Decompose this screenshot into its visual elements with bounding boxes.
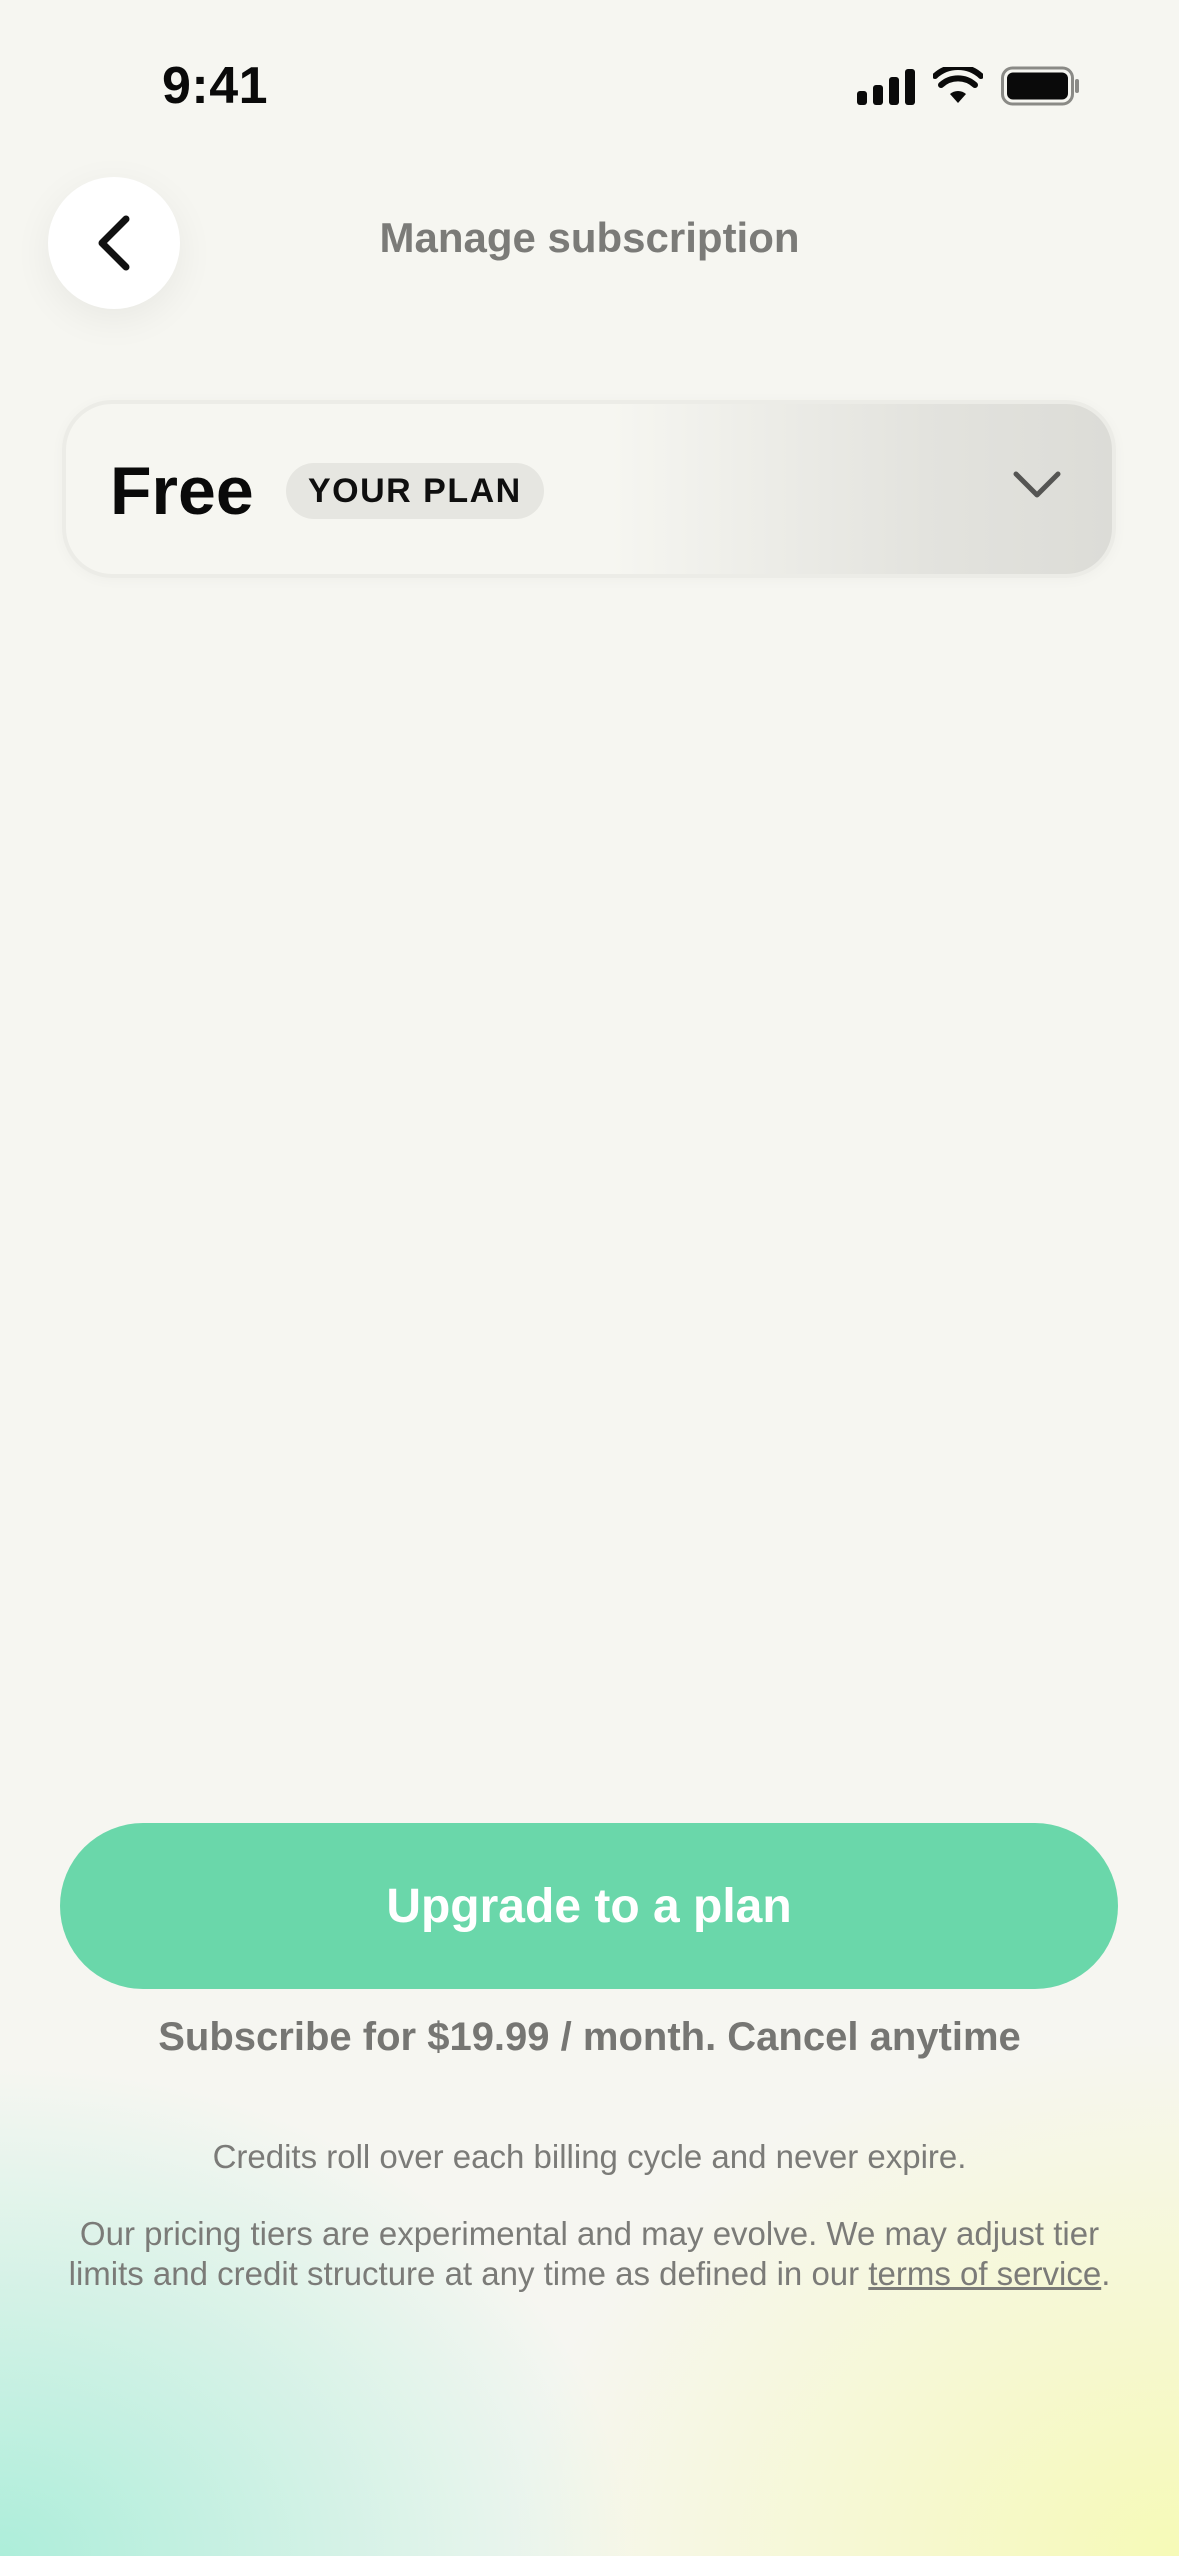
pricing-disclaimer: Our pricing tiers are experimental and m…	[60, 2214, 1119, 2294]
upgrade-button[interactable]: Upgrade to a plan	[60, 1823, 1118, 1989]
status-icons	[857, 66, 1081, 106]
status-time: 9:41	[162, 57, 269, 115]
chevron-down-icon[interactable]	[1012, 468, 1062, 500]
cellular-signal-icon	[857, 67, 915, 105]
wifi-icon	[933, 67, 983, 103]
subscribe-price-text: Subscribe for $19.99 / month. Cancel any…	[158, 2015, 1021, 2059]
current-plan-card[interactable]: Free YOUR PLAN	[62, 400, 1116, 578]
battery-icon	[1001, 66, 1079, 106]
plan-name: Free	[110, 453, 254, 529]
page-title: Manage subscription	[379, 214, 800, 261]
terms-of-service-link[interactable]: terms of service	[868, 2255, 1101, 2292]
credits-note: Credits roll over each billing cycle and…	[212, 2138, 967, 2175]
disclaimer-suffix: .	[1101, 2255, 1111, 2292]
your-plan-badge: YOUR PLAN	[286, 463, 544, 519]
